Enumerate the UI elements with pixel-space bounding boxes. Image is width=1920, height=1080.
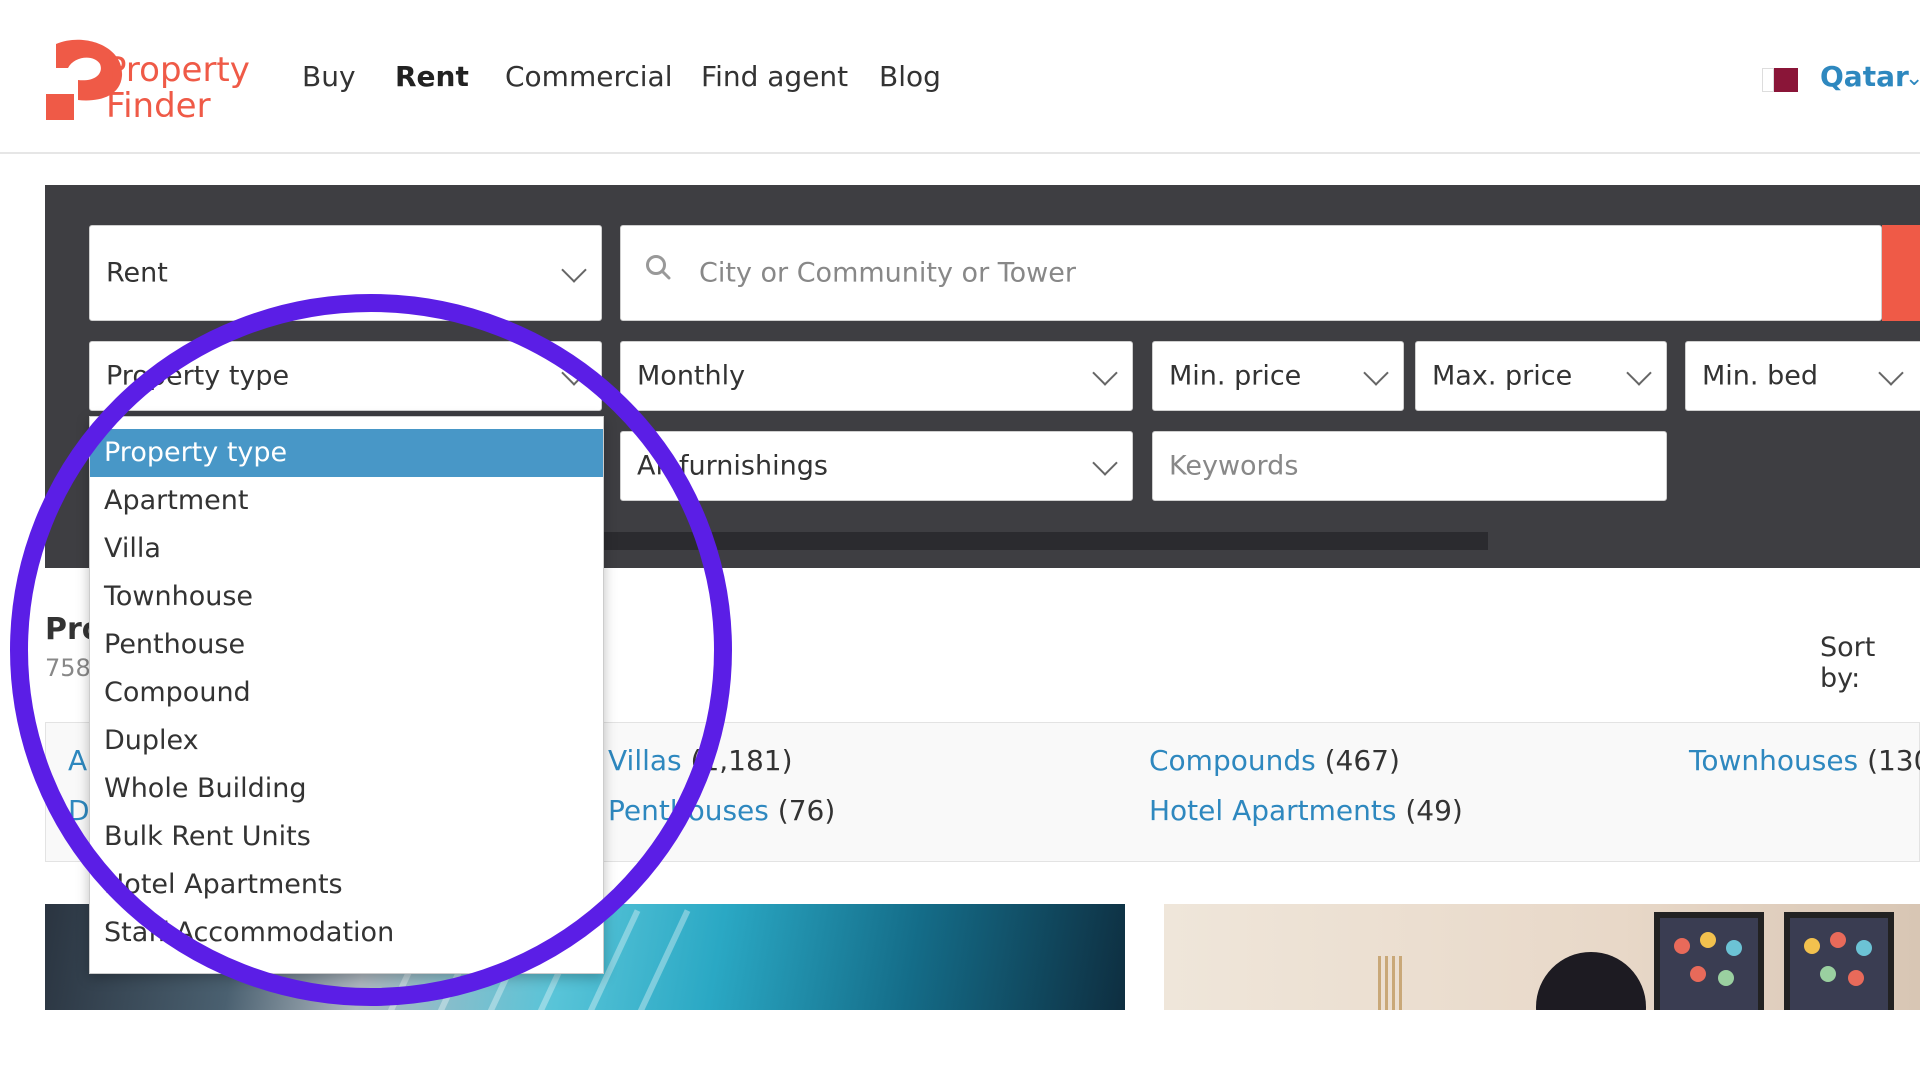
chevron-down-icon <box>1092 450 1118 476</box>
dropdown-option-staff-accommodation[interactable]: Staff Accommodation <box>90 909 603 957</box>
dropdown-option-whole-building[interactable]: Whole Building <box>90 765 603 813</box>
min-bed-select[interactable]: Min. bed <box>1685 341 1920 411</box>
keywords-placeholder: Keywords <box>1169 450 1299 482</box>
max-price-value: Max. price <box>1432 360 1573 392</box>
category-link-townhouses[interactable]: Townhouses (130 <box>1689 744 1920 777</box>
site-header: Property Finder Buy Rent Commercial Find… <box>0 0 1920 154</box>
dropdown-option-hotel-apartments[interactable]: Hotel Apartments <box>90 861 603 909</box>
property-type-select[interactable]: Property type <box>89 341 602 411</box>
category-link-hotel-apartments[interactable]: Hotel Apartments (49) <box>1149 794 1463 827</box>
chevron-down-icon <box>1878 360 1904 386</box>
property-type-dropdown: Property type Apartment Villa Townhouse … <box>89 416 604 974</box>
nav-find-agent[interactable]: Find agent <box>701 60 848 93</box>
dropdown-option-townhouse[interactable]: Townhouse <box>90 573 603 621</box>
rent-frequency-value: Monthly <box>637 360 746 392</box>
location-placeholder: City or Community or Tower <box>699 257 1076 289</box>
furnishings-value: All furnishings <box>637 450 828 482</box>
chevron-down-icon <box>1363 360 1389 386</box>
keywords-input[interactable]: Keywords <box>1152 431 1667 501</box>
search-icon <box>646 255 671 280</box>
category-value: Rent <box>106 257 168 289</box>
max-price-select[interactable]: Max. price <box>1415 341 1667 411</box>
chevron-down-icon[interactable]: ⌄ <box>1905 66 1920 91</box>
wall-art <box>1784 912 1894 1010</box>
listing-image[interactable] <box>1164 904 1920 1010</box>
wall-art <box>1654 912 1764 1010</box>
results-count: 758 <box>45 654 91 682</box>
category-link-compounds[interactable]: Compounds (467) <box>1149 744 1400 777</box>
category-select[interactable]: Rent <box>89 225 602 321</box>
min-price-value: Min. price <box>1169 360 1302 392</box>
person-figure <box>1536 952 1646 1010</box>
brand-line-2: Finder <box>106 86 211 126</box>
location-search-input[interactable]: City or Community or Tower <box>620 225 1882 321</box>
category-link-penthouses[interactable]: Penthouses (76) <box>608 794 835 827</box>
min-bed-value: Min. bed <box>1702 360 1818 392</box>
brand-line-1: Property <box>106 50 250 90</box>
chevron-down-icon <box>1626 360 1652 386</box>
nav-blog[interactable]: Blog <box>879 60 941 93</box>
dropdown-option-compound[interactable]: Compound <box>90 669 603 717</box>
chevron-down-icon <box>561 257 587 283</box>
nav-rent[interactable]: Rent <box>395 60 469 93</box>
sort-by-label[interactable]: Sort by: <box>1820 632 1920 694</box>
property-type-value: Property type <box>106 360 290 392</box>
category-link-villas[interactable]: Villas (1,181) <box>608 744 793 777</box>
dropdown-option-bulk-rent-units[interactable]: Bulk Rent Units <box>90 813 603 861</box>
nav-buy[interactable]: Buy <box>302 60 356 93</box>
category-link[interactable]: D <box>68 794 90 827</box>
nav-commercial[interactable]: Commercial <box>505 60 672 93</box>
country-selector[interactable]: Qatar <box>1820 60 1909 93</box>
category-link[interactable]: A <box>68 744 87 777</box>
brand-name[interactable]: Property Finder <box>106 52 250 124</box>
decor-vase <box>1378 956 1404 1010</box>
search-button[interactable] <box>1882 225 1920 321</box>
dropdown-option-duplex[interactable]: Duplex <box>90 717 603 765</box>
dropdown-option-villa[interactable]: Villa <box>90 525 603 573</box>
chevron-down-icon <box>1092 360 1118 386</box>
dropdown-option-apartment[interactable]: Apartment <box>90 477 603 525</box>
chevron-down-icon <box>561 360 587 386</box>
dropdown-option-property-type[interactable]: Property type <box>90 429 603 477</box>
furnishings-select[interactable]: All furnishings <box>620 431 1133 501</box>
dropdown-option-penthouse[interactable]: Penthouse <box>90 621 603 669</box>
min-price-select[interactable]: Min. price <box>1152 341 1404 411</box>
qatar-flag-icon <box>1762 68 1798 92</box>
rent-frequency-select[interactable]: Monthly <box>620 341 1133 411</box>
